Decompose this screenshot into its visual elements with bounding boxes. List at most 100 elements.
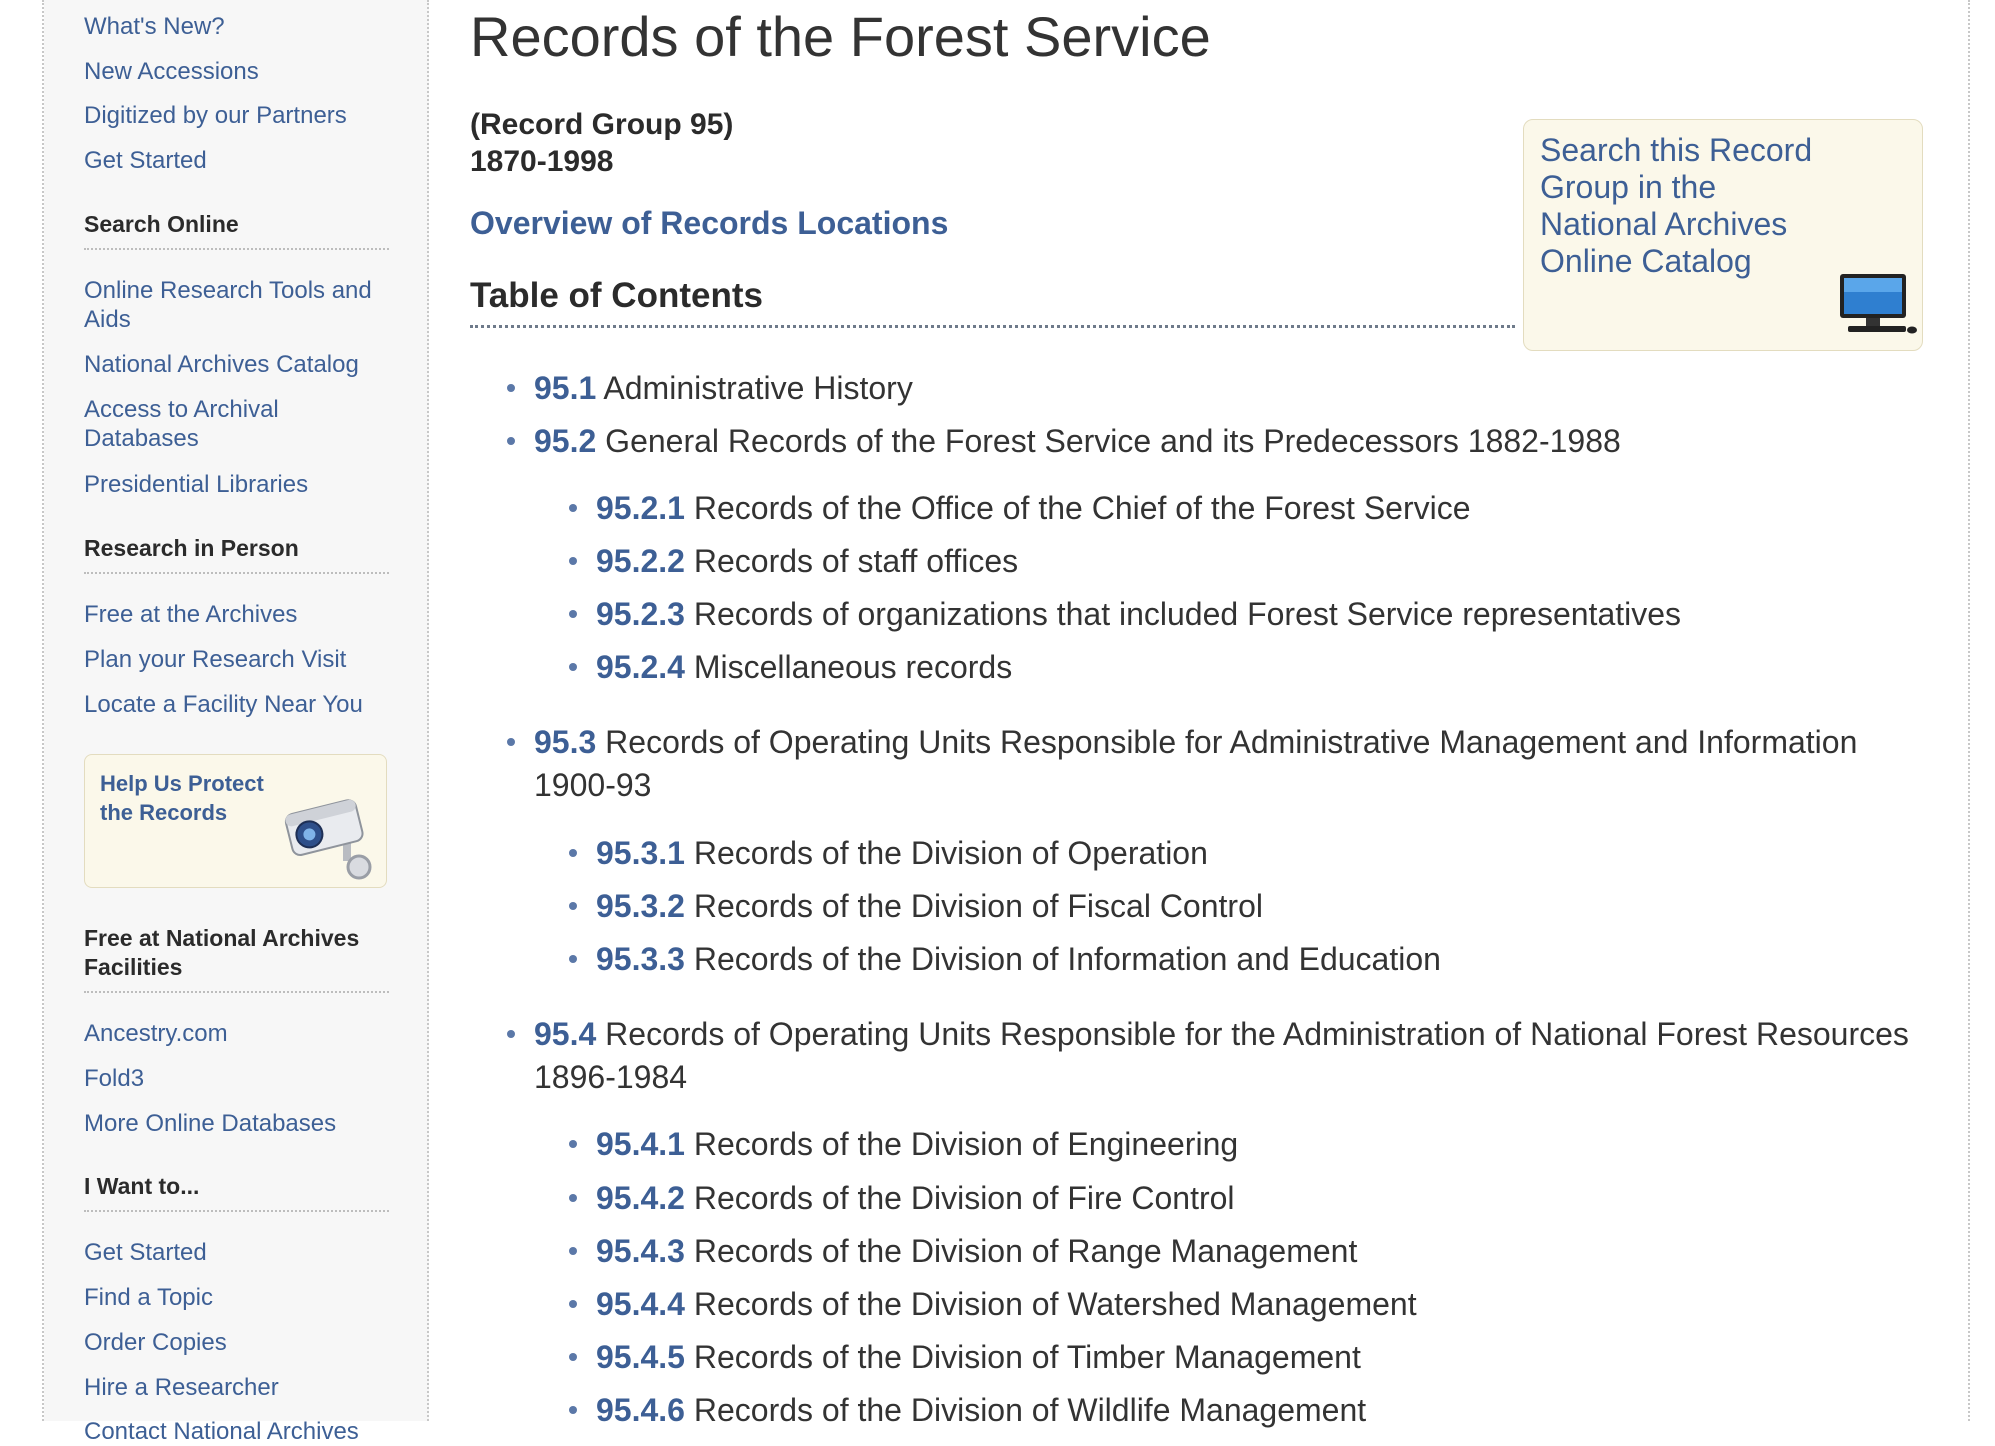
toc-item-95-4-4: 95.4.4 Records of the Division of Waters… — [569, 1283, 1936, 1326]
sidebar-link-plan-research-visit[interactable]: Plan your Research Visit — [84, 645, 384, 674]
toc-item-text: Administrative History — [603, 370, 913, 406]
bullet — [507, 384, 515, 392]
toc-link-95-3-3[interactable]: 95.3.3 — [596, 941, 685, 977]
bullet — [569, 663, 577, 671]
toc-link-95-4-1[interactable]: 95.4.1 — [596, 1126, 685, 1162]
toc-item-text: Records of the Division of Wildlife Mana… — [693, 1392, 1367, 1428]
sidebar-link-find-a-topic[interactable]: Find a Topic — [84, 1283, 384, 1312]
sidebar-link-hire-researcher[interactable]: Hire a Researcher — [84, 1373, 384, 1402]
record-group-label: (Record Group 95) — [470, 108, 734, 141]
toc-link-95-2-4[interactable]: 95.2.4 — [596, 649, 685, 685]
sidebar-link-fold3[interactable]: Fold3 — [84, 1064, 384, 1093]
sidebar-heading-research-in-person: Research in Person — [84, 534, 389, 574]
sidebar-link-order-copies[interactable]: Order Copies — [84, 1328, 384, 1357]
sidebar-link-archival-databases[interactable]: Access to Archival Databases — [84, 395, 384, 453]
toc-item-text: Records of the Division of Operation — [693, 835, 1208, 871]
sidebar-link-ancestry[interactable]: Ancestry.com — [84, 1019, 384, 1048]
bullet — [569, 557, 577, 565]
sidebar-link-new-accessions[interactable]: New Accessions — [84, 57, 384, 86]
search-catalog-label: Search this Record Group in the National… — [1540, 132, 1813, 279]
toc-link-95-4-6[interactable]: 95.4.6 — [596, 1392, 685, 1428]
toc-item-text: Records of the Division of Information a… — [693, 941, 1441, 977]
toc-item-95-4-3: 95.4.3 Records of the Division of Range … — [569, 1230, 1936, 1273]
toc-item-text: Records of the Division of Watershed Man… — [693, 1286, 1417, 1322]
sidebar-link-free-at-archives[interactable]: Free at the Archives — [84, 600, 384, 629]
toc-item-text: Records of the Division of Timber Manage… — [693, 1339, 1361, 1375]
page-title: Records of the Forest Service — [470, 5, 1211, 68]
toc-link-95-4-3[interactable]: 95.4.3 — [596, 1233, 685, 1269]
bullet — [569, 955, 577, 963]
bullet — [507, 738, 515, 746]
toc-item-text: Records of the Division of Engineering — [693, 1126, 1239, 1162]
bullet — [569, 1247, 577, 1255]
bullet — [569, 504, 577, 512]
toc-item-95-4-5: 95.4.5 Records of the Division of Timber… — [569, 1336, 1936, 1379]
toc-item-text: Records of Operating Units Responsible f… — [534, 1016, 1909, 1095]
toc-item-95-2-4: 95.2.4 Miscellaneous records — [569, 646, 1936, 689]
toc-item-95-1: 95.1 Administrative History — [507, 367, 1934, 410]
toc-link-95-2-1[interactable]: 95.2.1 — [596, 490, 685, 526]
toc-item-text: Records of the Division of Range Managem… — [693, 1233, 1358, 1269]
bullet — [507, 437, 515, 445]
toc-item-text: Miscellaneous records — [693, 649, 1013, 685]
sidebar-link-more-online-databases[interactable]: More Online Databases — [84, 1109, 384, 1138]
toc-item-95-3-3: 95.3.3 Records of the Division of Inform… — [569, 938, 1936, 981]
bullet — [569, 849, 577, 857]
bullet — [569, 1353, 577, 1361]
toc-item-text: Records of Operating Units Responsible f… — [534, 724, 1858, 803]
toc-item-95-4-1: 95.4.1 Records of the Division of Engine… — [569, 1123, 1936, 1166]
toc-link-95-2-3[interactable]: 95.2.3 — [596, 596, 685, 632]
sidebar-link-online-research-tools[interactable]: Online Research Tools and Aids — [84, 276, 384, 334]
bullet — [569, 1140, 577, 1148]
toc-link-95-4-2[interactable]: 95.4.2 — [596, 1180, 685, 1216]
toc-link-95-4-5[interactable]: 95.4.5 — [596, 1339, 685, 1375]
sidebar-link-whats-new[interactable]: What's New? — [84, 12, 384, 41]
toc-item-95-3-1: 95.3.1 Records of the Division of Operat… — [569, 832, 1936, 875]
toc-link-95-4[interactable]: 95.4 — [534, 1016, 596, 1052]
toc-link-95-3-1[interactable]: 95.3.1 — [596, 835, 685, 871]
toc-item-95-4-2: 95.4.2 Records of the Division of Fire C… — [569, 1177, 1936, 1220]
sidebar-link-national-archives-catalog[interactable]: National Archives Catalog — [84, 350, 384, 379]
toc-item-text: Records of staff offices — [693, 543, 1019, 579]
sidebar-link-locate-facility[interactable]: Locate a Facility Near You — [84, 690, 384, 719]
bullet — [569, 1300, 577, 1308]
toc-item-95-3: 95.3 Records of Operating Units Responsi… — [507, 721, 1934, 807]
sidebar-link-contact-national-archives[interactable]: Contact National Archives — [84, 1417, 384, 1446]
overview-records-locations-link[interactable]: Overview of Records Locations — [470, 203, 948, 243]
bullet — [507, 1030, 515, 1038]
sidebar-link-get-started-2[interactable]: Get Started — [84, 1238, 384, 1267]
help-protect-records-label: Help Us Protect the Records — [100, 771, 264, 825]
toc-item-text: Records of the Office of the Chief of th… — [693, 490, 1471, 526]
toc-heading: Table of Contents — [470, 275, 1515, 328]
toc-item-text: Records of the Division of Fire Control — [693, 1180, 1235, 1216]
toc-item-95-2-1: 95.2.1 Records of the Office of the Chie… — [569, 487, 1936, 530]
toc-link-95-2-2[interactable]: 95.2.2 — [596, 543, 685, 579]
sidebar: What's New? New Accessions Digitized by … — [44, 0, 429, 1445]
toc-link-95-3-2[interactable]: 95.3.2 — [596, 888, 685, 924]
toc-item-95-2-2: 95.2.2 Records of staff offices — [569, 540, 1936, 583]
sidebar-heading-search-online: Search Online — [84, 210, 389, 250]
sidebar-heading-free-facilities: Free at National Archives Facilities — [84, 924, 389, 993]
toc-item-text: General Records of the Forest Service an… — [605, 423, 1621, 459]
bullet — [569, 1406, 577, 1414]
sidebar-link-get-started[interactable]: Get Started — [84, 146, 384, 175]
sidebar-link-digitized-by-partners[interactable]: Digitized by our Partners — [84, 101, 384, 130]
page-frame-right — [1968, 0, 1970, 1421]
toc-link-95-4-4[interactable]: 95.4.4 — [596, 1286, 685, 1322]
toc-link-95-1[interactable]: 95.1 — [534, 370, 596, 406]
toc-item-text: Records of the Division of Fiscal Contro… — [693, 888, 1263, 924]
sidebar-link-presidential-libraries[interactable]: Presidential Libraries — [84, 470, 384, 499]
security-camera-icon — [284, 799, 372, 880]
toc-item-95-4: 95.4 Records of Operating Units Responsi… — [507, 1013, 1934, 1099]
bullet — [569, 902, 577, 910]
sidebar-heading-i-want-to: I Want to... — [84, 1172, 389, 1212]
toc-link-95-3[interactable]: 95.3 — [534, 724, 596, 760]
toc-item-95-2-3: 95.2.3 Records of organizations that inc… — [569, 593, 1936, 636]
toc-item-text: Records of organizations that included F… — [693, 596, 1682, 632]
toc-item-95-2: 95.2 General Records of the Forest Servi… — [507, 420, 1934, 463]
bullet — [569, 1194, 577, 1202]
help-protect-records-callout[interactable]: Help Us Protect the Records — [84, 754, 387, 888]
search-catalog-callout[interactable]: Search this Record Group in the National… — [1523, 119, 1923, 351]
toc-link-95-2[interactable]: 95.2 — [534, 423, 596, 459]
toc-item-95-3-2: 95.3.2 Records of the Division of Fiscal… — [569, 885, 1936, 928]
